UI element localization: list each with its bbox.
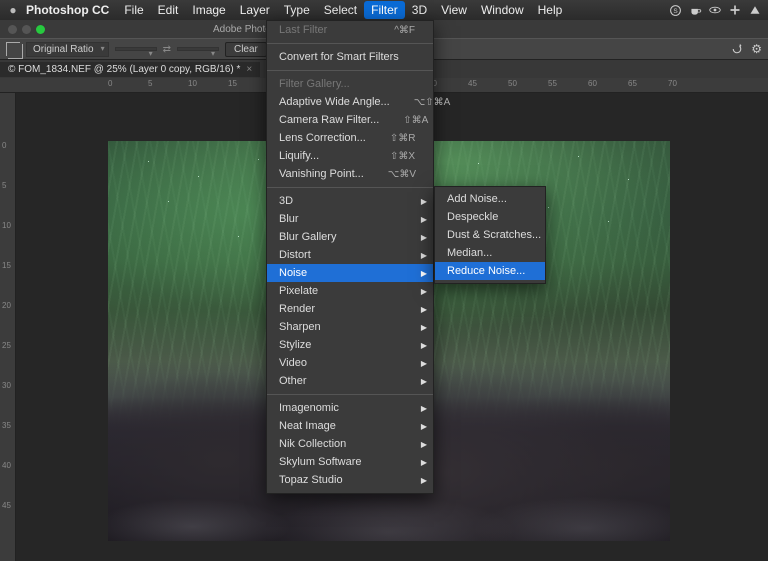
- plus-icon[interactable]: [728, 3, 742, 17]
- triangle-up-icon[interactable]: [748, 3, 762, 17]
- menu-item-distort[interactable]: Distort: [267, 246, 433, 264]
- menu-view[interactable]: View: [434, 1, 474, 19]
- menu-edit[interactable]: Edit: [151, 1, 186, 19]
- menu-item-video[interactable]: Video: [267, 354, 433, 372]
- clear-button[interactable]: Clear: [225, 42, 267, 57]
- menu-item-render[interactable]: Render: [267, 300, 433, 318]
- menu-item-despeckle[interactable]: Despeckle: [435, 208, 545, 226]
- menu-layer[interactable]: Layer: [233, 1, 277, 19]
- menubar-right: S: [668, 3, 762, 17]
- menu-item-blur[interactable]: Blur: [267, 210, 433, 228]
- menu-3d[interactable]: 3D: [405, 1, 434, 19]
- menu-item-adaptive-wide-angle[interactable]: Adaptive Wide Angle...⌥⇧⌘A: [267, 93, 433, 111]
- crop-tool-icon[interactable]: [6, 42, 20, 56]
- reset-icon[interactable]: [731, 43, 743, 55]
- menu-window[interactable]: Window: [474, 1, 531, 19]
- menu-item-3d[interactable]: 3D: [267, 192, 433, 210]
- ratio-dropdown[interactable]: Original Ratio: [26, 42, 109, 57]
- skype-icon[interactable]: S: [668, 3, 682, 17]
- menu-item-liquify[interactable]: Liquify...⇧⌘X: [267, 147, 433, 165]
- menu-item-imagenomic[interactable]: Imagenomic: [267, 399, 433, 417]
- filter-menu: Last Filter^⌘F Convert for Smart Filters…: [266, 20, 434, 494]
- document-tab[interactable]: © FOM_1834.NEF @ 25% (Layer 0 copy, RGB/…: [0, 62, 260, 77]
- os-menubar: ● Photoshop CC FileEditImageLayerTypeSel…: [0, 0, 768, 20]
- menu-item-topaz-studio[interactable]: Topaz Studio: [267, 471, 433, 489]
- menu-item-other[interactable]: Other: [267, 372, 433, 390]
- menu-convert-smart[interactable]: Convert for Smart Filters: [267, 48, 433, 66]
- width-field[interactable]: [115, 47, 157, 51]
- document-tab-label: © FOM_1834.NEF @ 25% (Layer 0 copy, RGB/…: [8, 64, 240, 75]
- traffic-close-icon[interactable]: [8, 25, 17, 34]
- menu-item-lens-correction[interactable]: Lens Correction...⇧⌘R: [267, 129, 433, 147]
- menu-last-filter[interactable]: Last Filter^⌘F: [267, 21, 433, 39]
- svg-text:S: S: [673, 7, 678, 14]
- menu-item-neat-image[interactable]: Neat Image: [267, 417, 433, 435]
- menu-item-nik-collection[interactable]: Nik Collection: [267, 435, 433, 453]
- menu-item-median[interactable]: Median...: [435, 244, 545, 262]
- apple-icon[interactable]: ●: [6, 3, 20, 17]
- menu-item-pixelate[interactable]: Pixelate: [267, 282, 433, 300]
- close-icon[interactable]: ×: [246, 64, 252, 75]
- noise-submenu: Add Noise...DespeckleDust & Scratches...…: [434, 186, 546, 284]
- traffic-zoom-icon[interactable]: [36, 25, 45, 34]
- menu-file[interactable]: File: [117, 1, 150, 19]
- menu-item-vanishing-point[interactable]: Vanishing Point...⌥⌘V: [267, 165, 433, 183]
- traffic-min-icon[interactable]: [22, 25, 31, 34]
- app-name[interactable]: Photoshop CC: [26, 3, 109, 17]
- menu-item-skylum-software[interactable]: Skylum Software: [267, 453, 433, 471]
- vertical-ruler: 051015202530354045: [0, 93, 16, 561]
- menu-item-blur-gallery[interactable]: Blur Gallery: [267, 228, 433, 246]
- menu-image[interactable]: Image: [185, 1, 232, 19]
- gear-icon[interactable]: ⚙: [751, 42, 762, 56]
- height-field[interactable]: [177, 47, 219, 51]
- menu-item-stylize[interactable]: Stylize: [267, 336, 433, 354]
- swap-icon[interactable]: ⇄: [163, 44, 171, 55]
- menu-item-dust-scratches[interactable]: Dust & Scratches...: [435, 226, 545, 244]
- menu-select[interactable]: Select: [317, 1, 364, 19]
- menu-item-reduce-noise[interactable]: Reduce Noise...: [435, 262, 545, 280]
- teacup-icon[interactable]: [688, 3, 702, 17]
- menu-filter[interactable]: Filter: [364, 1, 405, 19]
- menu-item-camera-raw-filter[interactable]: Camera Raw Filter...⇧⌘A: [267, 111, 433, 129]
- menu-item-noise[interactable]: Noise: [267, 264, 433, 282]
- menu-type[interactable]: Type: [277, 1, 317, 19]
- menu-item-filter-gallery[interactable]: Filter Gallery...: [267, 75, 433, 93]
- menu-help[interactable]: Help: [531, 1, 570, 19]
- eye-icon[interactable]: [708, 3, 722, 17]
- menu-item-add-noise[interactable]: Add Noise...: [435, 190, 545, 208]
- menu-item-sharpen[interactable]: Sharpen: [267, 318, 433, 336]
